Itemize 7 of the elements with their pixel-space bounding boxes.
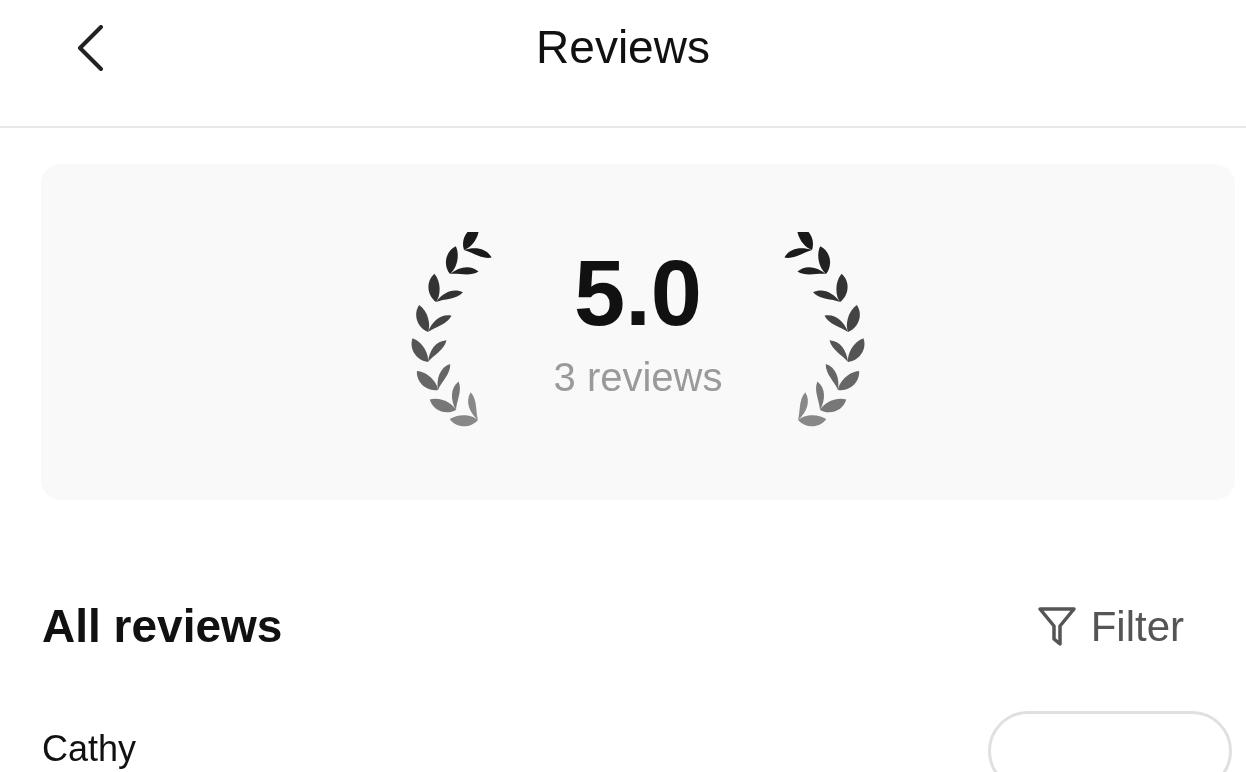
reviewer-name: Cathy [42, 731, 137, 767]
review-count: 3 reviews [553, 354, 723, 401]
filter-button[interactable]: Filter [1036, 595, 1184, 658]
page-title: Reviews [536, 20, 710, 73]
section-title: All reviews [42, 599, 283, 654]
filter-icon [1036, 605, 1077, 648]
rating-value: 5.0 [574, 247, 702, 339]
